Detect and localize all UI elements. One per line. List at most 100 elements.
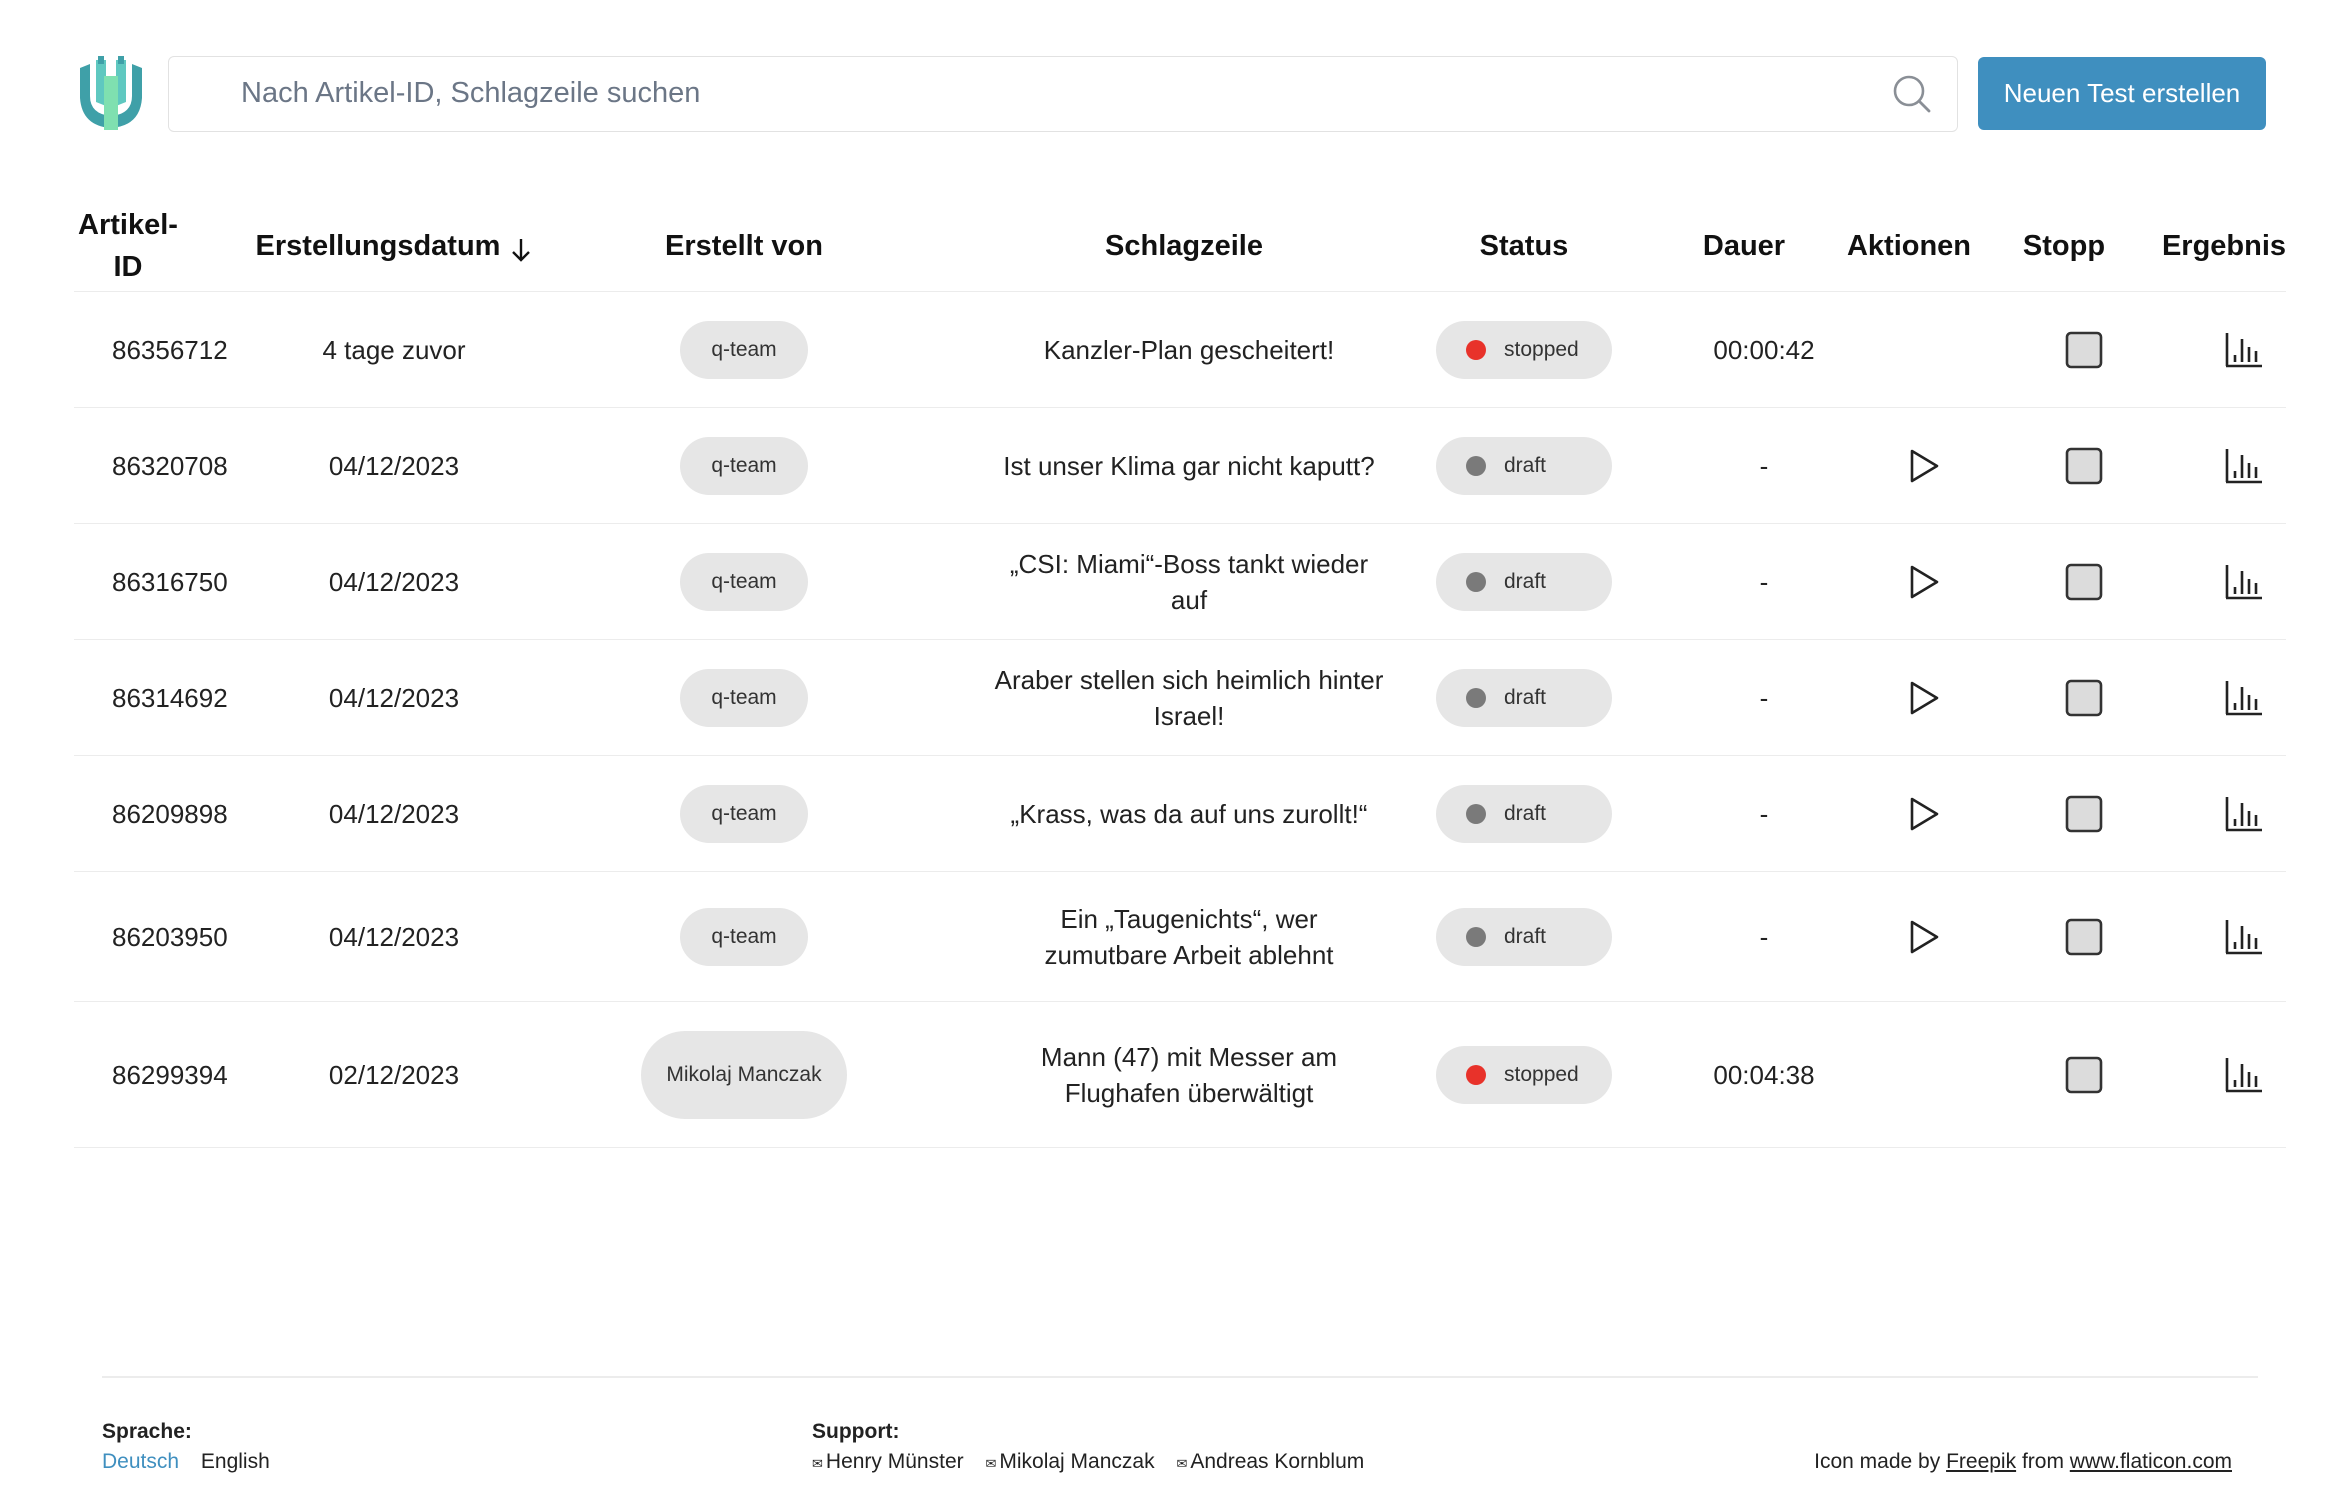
- table-row[interactable]: 86299394 02/12/2023 Mikolaj Manczak Mann (4…: [74, 1002, 2286, 1148]
- stop-icon[interactable]: [2062, 444, 2106, 488]
- stop-icon[interactable]: [2062, 1053, 2106, 1097]
- duration: -: [1664, 408, 1864, 523]
- table-row[interactable]: 86316750 04/12/2023 q-team „CSI: Miami“-Bos…: [74, 524, 2286, 640]
- column-header-stop-label: Stopp: [2022, 230, 2106, 262]
- language-option-de[interactable]: Deutsch: [102, 1450, 179, 1473]
- headline: „Krass, was da auf uns zurollt!“: [994, 756, 1384, 871]
- headline-text: Ist unser Klima gar nicht kaputt?: [1003, 450, 1375, 481]
- duration: -: [1664, 524, 1864, 639]
- creator-badge: q-team: [680, 320, 808, 379]
- article-id: 86356712: [74, 292, 274, 407]
- column-header-id[interactable]: Artikel-ID: [74, 200, 182, 292]
- table-row[interactable]: 86203950 04/12/2023 q-team Ein „Taugenichts…: [74, 872, 2286, 1002]
- search-icon[interactable]: [1891, 73, 1933, 115]
- status-text: draft: [1504, 924, 1547, 948]
- column-header-creator[interactable]: Erstellt von: [624, 200, 864, 292]
- stop-icon[interactable]: [2062, 328, 2106, 372]
- status-badge: stopped: [1436, 1045, 1612, 1104]
- support-contact[interactable]: ✉ Mikolaj Manczak: [985, 1450, 1154, 1473]
- creator: q-team: [624, 756, 864, 871]
- column-header-date[interactable]: Erstellungsdatum: [256, 200, 531, 292]
- play-icon[interactable]: [1902, 676, 1946, 720]
- table-row[interactable]: 86209898 04/12/2023 q-team „Krass, was da a…: [74, 756, 2286, 872]
- stop: [2024, 524, 2144, 639]
- result: [2184, 408, 2304, 523]
- bar-chart-icon[interactable]: [2222, 328, 2266, 372]
- headline-text: Ein „Taugenichts“, wer zumutbare Arbeit …: [1044, 903, 1334, 970]
- result: [2184, 292, 2304, 407]
- status-dot-icon: [1466, 455, 1486, 476]
- created-date: 04/12/2023: [274, 524, 514, 639]
- creator-name: q-team: [711, 685, 777, 709]
- stop-icon[interactable]: [2062, 915, 2106, 959]
- created-date-text: 04/12/2023: [328, 921, 460, 952]
- actions: [1864, 1002, 1984, 1147]
- article-id: 86314692: [74, 640, 274, 755]
- bar-chart-icon[interactable]: [2222, 915, 2266, 959]
- headline: Ein „Taugenichts“, wer zumutbare Arbeit …: [994, 872, 1384, 1001]
- duration: 00:00:42: [1664, 292, 1864, 407]
- column-header-headline-label: Schlagzeile: [1105, 230, 1263, 262]
- credit-site-link[interactable]: www.flaticon.com: [2070, 1450, 2232, 1473]
- article-id-text: 86203950: [112, 921, 228, 952]
- column-header-creator-label: Erstellt von: [665, 230, 823, 262]
- status-text: draft: [1504, 569, 1547, 593]
- stop-icon[interactable]: [2062, 560, 2106, 604]
- bar-chart-icon[interactable]: [2222, 676, 2266, 720]
- stop: [2024, 292, 2144, 407]
- created-date-text: 04/12/2023: [328, 682, 460, 713]
- status-text: stopped: [1504, 1062, 1579, 1086]
- creator-badge: q-team: [680, 784, 808, 843]
- table-row[interactable]: 86356712 4 tage zuvor q-team Kanzler-Plan g…: [74, 292, 2286, 408]
- support-contact-name: Henry Münster: [825, 1450, 964, 1473]
- column-header-duration[interactable]: Dauer: [1634, 200, 1854, 292]
- play-icon[interactable]: [1902, 792, 1946, 836]
- table-row[interactable]: 86314692 04/12/2023 q-team Araber stellen s…: [74, 640, 2286, 756]
- play-icon[interactable]: [1902, 444, 1946, 488]
- bar-chart-icon[interactable]: [2222, 792, 2266, 836]
- created-date: 04/12/2023: [274, 756, 514, 871]
- table-row[interactable]: 86320708 04/12/2023 q-team Ist unser Klima …: [74, 408, 2286, 524]
- support-label: Support:: [812, 1420, 900, 1443]
- language-option-en[interactable]: English: [201, 1450, 270, 1473]
- play-icon[interactable]: [1902, 560, 1946, 604]
- status-badge: stopped: [1436, 320, 1612, 379]
- column-header-status-label: Status: [1479, 230, 1569, 262]
- column-header-stop: Stopp: [2004, 200, 2124, 292]
- created-date-text: 04/12/2023: [328, 798, 460, 829]
- search-input[interactable]: [241, 57, 1841, 129]
- new-test-button[interactable]: Neuen Test erstellen: [1978, 57, 2266, 130]
- duration: -: [1664, 872, 1864, 1001]
- credit-prefix: Icon made by: [1814, 1450, 1941, 1473]
- play-icon[interactable]: [1902, 915, 1946, 959]
- status-text: draft: [1504, 685, 1547, 709]
- arrow-down-icon: [510, 233, 532, 262]
- stop: [2024, 640, 2144, 755]
- article-id-text: 86316750: [112, 566, 228, 597]
- support-contact[interactable]: ✉ Henry Münster: [812, 1450, 964, 1473]
- icon-credit: Icon made by Freepik from www.flaticon.c…: [1814, 1450, 2232, 1474]
- bar-chart-icon[interactable]: [2222, 1053, 2266, 1097]
- article-id-text: 86299394: [112, 1059, 228, 1090]
- credit-author-link[interactable]: Freepik: [1946, 1450, 2016, 1473]
- headline: „CSI: Miami“-Boss tankt wieder auf: [994, 524, 1384, 639]
- column-header-result: Ergebnis: [2154, 200, 2294, 292]
- column-header-status[interactable]: Status: [1414, 200, 1634, 292]
- stop-icon[interactable]: [2062, 792, 2106, 836]
- column-header-duration-label: Dauer: [1702, 230, 1786, 262]
- stop: [2024, 756, 2144, 871]
- stop-icon[interactable]: [2062, 676, 2106, 720]
- created-date: 4 tage zuvor: [274, 292, 514, 407]
- status: draft: [1414, 872, 1634, 1001]
- support-contact[interactable]: ✉ Andreas Kornblum: [1176, 1450, 1364, 1473]
- bar-chart-icon[interactable]: [2222, 444, 2266, 488]
- article-id: 86209898: [74, 756, 274, 871]
- headline-text: Mann (47) mit Messer am Flughafen überwä…: [1040, 1041, 1338, 1108]
- article-id: 86316750: [74, 524, 274, 639]
- column-header-headline[interactable]: Schlagzeile: [994, 200, 1374, 292]
- actions: [1864, 408, 1984, 523]
- actions: [1864, 640, 1984, 755]
- bar-chart-icon[interactable]: [2222, 560, 2266, 604]
- app-logo-icon[interactable]: [74, 56, 148, 132]
- creator-name: Mikolaj Manczak: [666, 1062, 822, 1086]
